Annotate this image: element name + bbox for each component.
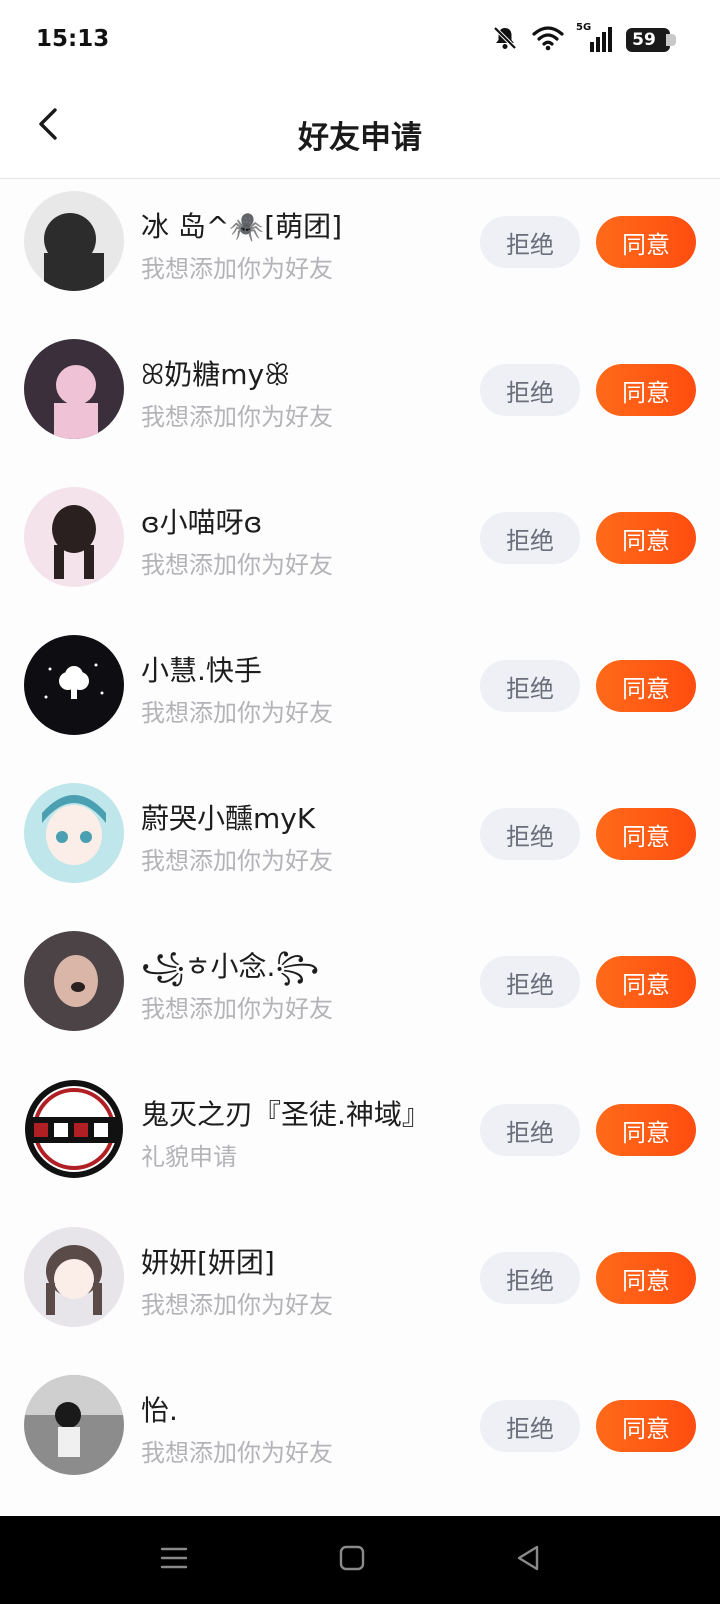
request-message: 我想添加你为好友 — [141, 1291, 333, 1319]
status-time: 15:13 — [36, 26, 110, 52]
status-bar: 15:13 5G 59 — [0, 0, 720, 82]
system-back-button[interactable] — [510, 1544, 546, 1576]
friend-request-row: 怡. 我想添加你为好友 拒绝 同意 — [0, 1363, 720, 1511]
request-message: 我想添加你为好友 — [141, 255, 333, 283]
avatar[interactable] — [24, 1227, 124, 1327]
menu-icon — [160, 1545, 188, 1575]
friend-request-row: 蔚哭小醺myK 我想添加你为好友 拒绝 同意 — [0, 771, 720, 919]
home-square-icon — [338, 1544, 366, 1576]
friend-name: ɞ小喵呀ɞ — [141, 506, 263, 539]
triangle-back-icon — [514, 1544, 542, 1576]
reject-button[interactable]: 拒绝 — [480, 216, 580, 268]
battery-level: 59 — [632, 30, 656, 50]
request-message: 我想添加你为好友 — [141, 699, 333, 727]
friend-request-row: ꕤ奶糖myꕥ 我想添加你为好友 拒绝 同意 — [0, 327, 720, 475]
friend-name: 蔚哭小醺myK — [141, 802, 316, 835]
friend-name: 妍妍[妍团] — [141, 1246, 275, 1279]
wifi-icon — [532, 25, 564, 55]
request-message: 我想添加你为好友 — [141, 1439, 333, 1467]
avatar[interactable] — [24, 1079, 124, 1179]
accept-button[interactable]: 同意 — [596, 1104, 696, 1156]
friend-name: 鬼灭之刃『圣徒.神域』 — [141, 1098, 430, 1131]
avatar[interactable] — [24, 487, 124, 587]
reject-button[interactable]: 拒绝 — [480, 364, 580, 416]
request-message: 我想添加你为好友 — [141, 551, 333, 579]
friend-request-row: 小慧.快手 我想添加你为好友 拒绝 同意 — [0, 623, 720, 771]
reject-button[interactable]: 拒绝 — [480, 1104, 580, 1156]
reject-button[interactable]: 拒绝 — [480, 956, 580, 1008]
friend-name: 怡. — [141, 1394, 178, 1427]
friend-request-list[interactable]: 冰 岛^🕷️[萌团] 我想添加你为好友 拒绝 同意 ꕤ奶糖myꕥ 我想添加你为好… — [0, 179, 720, 1516]
accept-button[interactable]: 同意 — [596, 216, 696, 268]
page-title: 好友申请 — [298, 120, 422, 156]
reject-button[interactable]: 拒绝 — [480, 1400, 580, 1452]
signal-bars-icon: 5G — [576, 22, 612, 53]
request-message: 我想添加你为好友 — [141, 403, 333, 431]
avatar[interactable] — [24, 635, 124, 735]
friend-name: ꕤ奶糖myꕥ — [141, 358, 291, 391]
reject-button[interactable]: 拒绝 — [480, 1252, 580, 1304]
bell-off-icon — [492, 25, 518, 55]
reject-button[interactable]: 拒绝 — [480, 808, 580, 860]
avatar[interactable] — [24, 191, 124, 291]
accept-button[interactable]: 同意 — [596, 956, 696, 1008]
request-message: 我想添加你为好友 — [141, 847, 333, 875]
friend-request-row: 鬼灭之刃『圣徒.神域』 礼貌申请 拒绝 同意 — [0, 1067, 720, 1215]
avatar[interactable] — [24, 339, 124, 439]
avatar[interactable] — [24, 931, 124, 1031]
friend-request-row: 妍妍[妍团] 我想添加你为好友 拒绝 同意 — [0, 1215, 720, 1363]
request-message: 礼貌申请 — [141, 1143, 237, 1171]
friend-name: 小慧.快手 — [141, 654, 262, 687]
friend-name: 冰 岛^🕷️[萌团] — [141, 210, 343, 243]
navigation-bar: 好友申请 — [0, 82, 720, 179]
friend-request-row: ɞ小喵呀ɞ 我想添加你为好友 拒绝 同意 — [0, 475, 720, 623]
accept-button[interactable]: 同意 — [596, 808, 696, 860]
accept-button[interactable]: 同意 — [596, 1400, 696, 1452]
reject-button[interactable]: 拒绝 — [480, 512, 580, 564]
status-icons: 5G 59 — [492, 22, 676, 56]
battery-tip — [666, 34, 676, 46]
accept-button[interactable]: 同意 — [596, 364, 696, 416]
request-message: 我想添加你为好友 — [141, 995, 333, 1023]
friend-request-row: ꧁ㅎ小念.꧂ 我想添加你为好友 拒绝 同意 — [0, 919, 720, 1067]
battery-icon: 59 — [626, 28, 676, 52]
system-navigation-bar — [0, 1516, 720, 1604]
accept-button[interactable]: 同意 — [596, 1252, 696, 1304]
menu-button[interactable] — [156, 1544, 192, 1576]
reject-button[interactable]: 拒绝 — [480, 660, 580, 712]
home-button[interactable] — [334, 1544, 370, 1576]
accept-button[interactable]: 同意 — [596, 512, 696, 564]
avatar[interactable] — [24, 783, 124, 883]
friend-request-row: 冰 岛^🕷️[萌团] 我想添加你为好友 拒绝 同意 — [0, 179, 720, 327]
accept-button[interactable]: 同意 — [596, 660, 696, 712]
avatar[interactable] — [24, 1375, 124, 1475]
